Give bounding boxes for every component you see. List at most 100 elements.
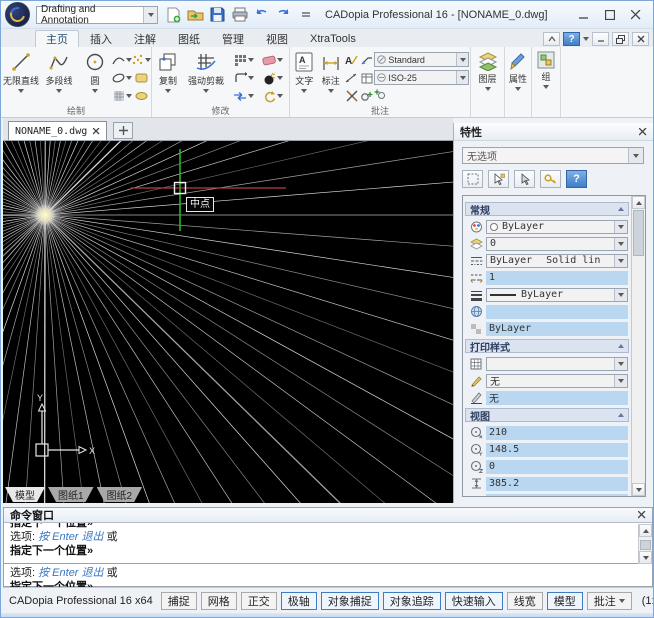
command-scrollbar[interactable]: [638, 524, 652, 564]
linetype-scale-field[interactable]: 1: [486, 271, 628, 285]
scroll-thumb[interactable]: [633, 210, 644, 256]
layout-tab-model[interactable]: 模型: [5, 487, 45, 502]
dimension-edit-tool[interactable]: [345, 72, 358, 84]
view-width-field[interactable]: [486, 494, 628, 498]
dimension-tool[interactable]: 标注: [318, 49, 345, 105]
transparency-field[interactable]: ByLayer: [486, 322, 628, 336]
lineweight-field[interactable]: ByLayer: [486, 288, 628, 302]
rectangle-tool[interactable]: [135, 73, 148, 84]
cmd-scroll-down-button[interactable]: [639, 551, 652, 564]
plot-table-field[interactable]: [486, 357, 628, 371]
draw-panel-label[interactable]: 绘制: [1, 105, 151, 117]
customize-qat-button[interactable]: [296, 5, 315, 24]
arc-tool[interactable]: [112, 54, 132, 66]
status-toggle-ortho[interactable]: 正交: [241, 592, 277, 610]
properties-help-button[interactable]: ?: [566, 170, 587, 188]
drawing-canvas[interactable]: 中点 Y X 模型 图纸1 图纸2: [3, 141, 453, 503]
command-history[interactable]: 指定下一个位置» 选项: 按 Enter 退出 或 指定下一个位置»: [4, 523, 652, 564]
properties-scrollbar[interactable]: [631, 196, 645, 496]
pickadd-toggle-button[interactable]: [540, 170, 561, 188]
power-trim-tool[interactable]: 强动剪裁: [183, 49, 229, 105]
document-tab[interactable]: NONAME_0.dwg: [8, 121, 107, 140]
ribbon-tab-view[interactable]: 视图: [255, 30, 299, 47]
doc-minimize-button[interactable]: [592, 32, 609, 46]
new-file-button[interactable]: [164, 5, 183, 24]
scroll-down-button[interactable]: [632, 483, 645, 496]
cmd-scroll-thumb[interactable]: [640, 540, 651, 550]
color-field[interactable]: ByLayer: [486, 220, 628, 234]
command-window-close-button[interactable]: [638, 511, 646, 519]
section-general[interactable]: 常规: [465, 202, 629, 216]
ribbon-tab-sheet[interactable]: 图纸: [167, 30, 211, 47]
workspace-dropdown[interactable]: Drafting and Annotation: [36, 6, 158, 24]
maximize-button[interactable]: [597, 5, 623, 25]
leader-tool[interactable]: [360, 54, 373, 66]
app-logo-icon[interactable]: [5, 2, 30, 27]
view-center-z-field[interactable]: 0: [486, 460, 628, 474]
text-style-tool[interactable]: A: [345, 54, 358, 66]
collapse-icon[interactable]: [618, 207, 624, 211]
plot-style-field[interactable]: 无: [486, 374, 628, 388]
close-button[interactable]: [623, 5, 649, 25]
rotate-tool[interactable]: [263, 90, 283, 103]
point-tool[interactable]: [132, 54, 151, 66]
select-objects-button[interactable]: [514, 170, 535, 188]
ribbon-tab-home[interactable]: 主页: [35, 30, 79, 47]
text-style-dropdown[interactable]: Standard: [374, 52, 469, 67]
section-plot-style[interactable]: 打印样式: [465, 339, 629, 353]
new-document-tab-button[interactable]: [113, 122, 133, 139]
open-file-button[interactable]: [186, 5, 205, 24]
status-toggle-object-snap[interactable]: 对象捕捉: [321, 592, 379, 610]
polyline-tool[interactable]: 多段线: [40, 49, 78, 105]
fillet-tool[interactable]: [234, 72, 254, 84]
table-tool[interactable]: [361, 73, 373, 84]
undo-button[interactable]: [252, 5, 271, 24]
ellipse-tool[interactable]: [112, 72, 132, 84]
workspace-dropdown-arrow[interactable]: [143, 7, 157, 23]
doc-restore-button[interactable]: [612, 32, 629, 46]
help-button[interactable]: ?: [563, 32, 580, 46]
annotate-panel-label[interactable]: 批注: [290, 105, 470, 117]
ribbon-tab-manage[interactable]: 管理: [211, 30, 255, 47]
region-tool[interactable]: [135, 91, 148, 101]
layer-field[interactable]: 0: [486, 237, 628, 251]
collapse-icon[interactable]: [618, 344, 624, 348]
modify-panel-label[interactable]: 修改: [152, 105, 289, 117]
status-toggle-quick-input[interactable]: 快速输入: [445, 592, 503, 610]
quick-select-button[interactable]: [488, 170, 509, 188]
help-dropdown-arrow[interactable]: [583, 37, 589, 41]
document-tab-close-icon[interactable]: [93, 128, 100, 135]
layout-tab-sheet2[interactable]: 图纸2: [97, 487, 143, 502]
scroll-up-button[interactable]: [632, 196, 645, 209]
infinite-line-tool[interactable]: 无限直线: [2, 49, 40, 105]
text-tool[interactable]: A 文字: [291, 49, 318, 105]
print-button[interactable]: [230, 5, 249, 24]
collapse-icon[interactable]: [618, 413, 624, 417]
cmd-scroll-up-button[interactable]: [639, 524, 652, 537]
status-toggle-model[interactable]: 模型: [547, 592, 583, 610]
dim-style-dropdown[interactable]: ISO-25: [374, 70, 469, 85]
doc-close-button[interactable]: [632, 32, 649, 46]
enter-exit-link-2[interactable]: 按 Enter 退出: [38, 567, 103, 579]
multiline-cross-tool[interactable]: [346, 90, 358, 102]
hatch-tool[interactable]: [113, 90, 132, 102]
view-height-field[interactable]: 385.2: [486, 477, 628, 491]
layers-tool[interactable]: 图层: [472, 49, 503, 117]
layout-tab-sheet1[interactable]: 图纸1: [48, 487, 94, 502]
view-center-y-field[interactable]: 148.5: [486, 443, 628, 457]
explode-tool[interactable]: [263, 72, 283, 85]
ribbon-collapse-button[interactable]: [543, 32, 560, 46]
status-toggle-object-track[interactable]: 对象追踪: [383, 592, 441, 610]
properties-tool[interactable]: 属性: [506, 49, 530, 117]
array-tool[interactable]: [234, 54, 254, 67]
status-toggle-grid[interactable]: 网格: [201, 592, 237, 610]
status-annotation-dropdown[interactable]: 批注: [587, 592, 632, 610]
plot-attached-field[interactable]: 无: [486, 391, 628, 405]
annotation-scale-tool[interactable]: [374, 88, 469, 100]
command-prompt[interactable]: 选项: 按 Enter 退出 或 指定下一个位置»: [4, 565, 652, 586]
selection-filter-dropdown[interactable]: 无选项: [462, 147, 644, 164]
select-set-button[interactable]: [462, 170, 483, 188]
centerline-tool[interactable]: [360, 90, 373, 103]
minimize-button[interactable]: [571, 5, 597, 25]
erase-tool[interactable]: [262, 55, 283, 66]
